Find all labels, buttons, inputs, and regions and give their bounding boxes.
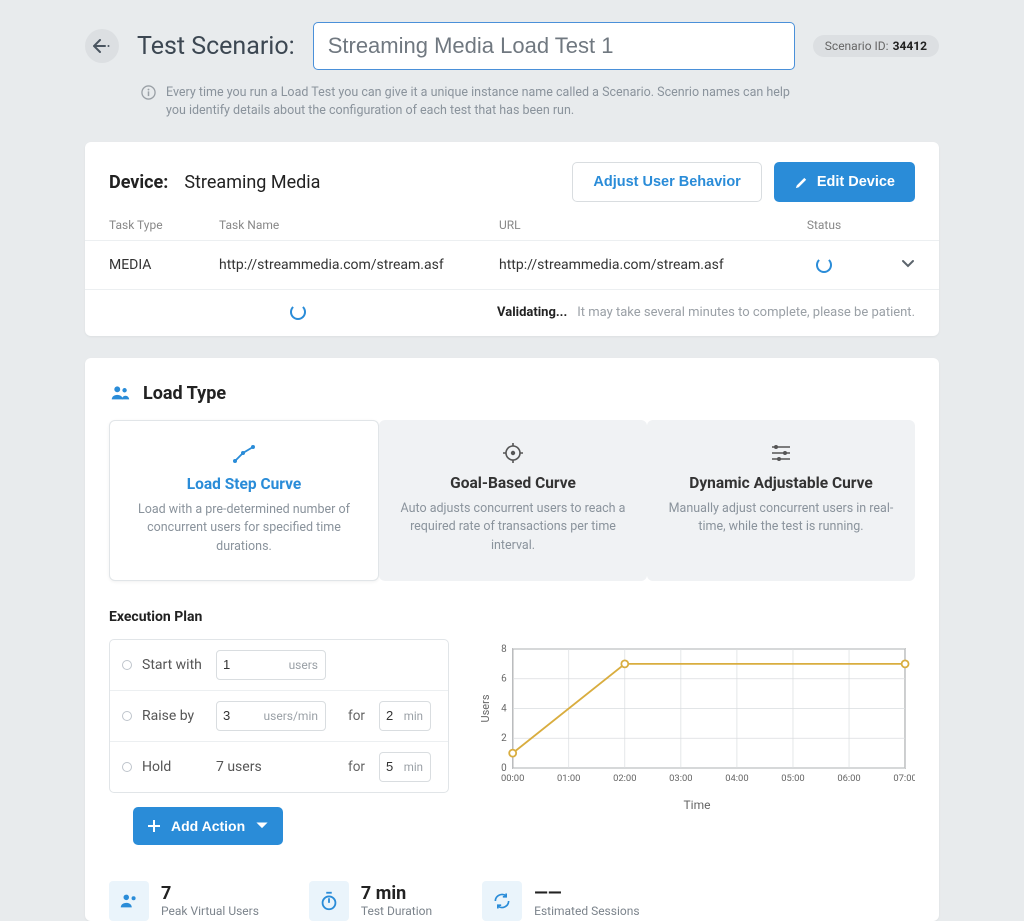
target-icon <box>502 442 524 464</box>
adjust-user-behavior-button[interactable]: Adjust User Behavior <box>572 162 761 202</box>
td-url: http://streammedia.com/stream.asf <box>499 257 779 273</box>
plus-icon <box>147 819 161 833</box>
add-action-label: Add Action <box>171 818 245 834</box>
summary-duration-value: 7 min <box>361 884 432 904</box>
svg-text:2: 2 <box>501 733 507 744</box>
svg-text:05:00: 05:00 <box>781 773 804 784</box>
back-button[interactable] <box>85 29 119 63</box>
step-dot-icon <box>122 711 132 721</box>
loadtype-option-desc: Auto adjusts concurrent users to reach a… <box>399 500 627 554</box>
svg-text:03:00: 03:00 <box>669 773 692 784</box>
summary-duration: 7 min Test Duration <box>309 881 432 921</box>
chevron-down-icon[interactable] <box>901 259 915 269</box>
caret-down-icon <box>255 819 269 833</box>
people-icon <box>118 890 140 912</box>
exec-hold-for-label: for <box>348 759 365 775</box>
th-task-name: Task Name <box>219 218 499 232</box>
exec-raise-unit: users/min <box>264 709 318 723</box>
chart-xlabel: Time <box>479 798 915 812</box>
device-label: Device: <box>109 172 168 193</box>
edit-device-label: Edit Device <box>817 174 895 190</box>
exec-raise-label: Raise by <box>142 708 206 724</box>
summary-sessions-label: Estimated Sessions <box>534 904 639 918</box>
summary-sessions: —— Estimated Sessions <box>482 881 639 921</box>
loadtype-title: Load Type <box>143 383 226 404</box>
validating-label: Validating... <box>497 305 567 320</box>
sliders-icon <box>770 444 792 462</box>
exec-start-label: Start with <box>142 657 206 673</box>
loadtype-option-title: Goal-Based Curve <box>399 474 627 492</box>
loadtype-option-goal[interactable]: Goal-Based Curve Auto adjusts concurrent… <box>379 420 647 580</box>
scenario-name-input[interactable] <box>313 22 795 70</box>
validating-hint: It may take several minutes to complete,… <box>577 305 915 320</box>
add-action-button[interactable]: Add Action <box>133 807 283 845</box>
summary-peak: 7 Peak Virtual Users <box>109 881 259 921</box>
arrow-left-icon <box>93 39 111 53</box>
info-icon <box>141 85 156 100</box>
summary-sessions-value: —— <box>534 884 639 904</box>
scenario-id-value: 34412 <box>893 39 927 53</box>
device-name: Streaming Media <box>184 172 320 193</box>
summary-duration-label: Test Duration <box>361 904 432 918</box>
step-curve-icon <box>232 444 256 464</box>
loadtype-card: Load Type Load Step Curve Load with a pr… <box>85 358 939 920</box>
scenario-id-badge: Scenario ID: 34412 <box>813 35 939 57</box>
exec-plan-title: Execution Plan <box>85 581 939 639</box>
spinner-icon <box>290 304 306 320</box>
loadtype-option-desc: Load with a pre-determined number of con… <box>130 501 358 555</box>
exec-hold-text: 7 users <box>216 759 326 775</box>
svg-text:06:00: 06:00 <box>837 773 860 784</box>
td-task-name: http://streammedia.com/stream.asf <box>219 257 499 273</box>
svg-text:Users: Users <box>479 694 492 722</box>
svg-text:07:00: 07:00 <box>893 773 915 784</box>
refresh-icon <box>492 891 512 911</box>
scenario-id-label: Scenario ID: <box>825 39 889 53</box>
step-dot-icon <box>122 762 132 772</box>
exec-hold-for-unit: min <box>404 760 423 774</box>
step-dot-icon <box>122 660 132 670</box>
loadtype-option-title: Dynamic Adjustable Curve <box>667 474 895 492</box>
loadtype-option-step[interactable]: Load Step Curve Load with a pre-determin… <box>109 420 379 580</box>
svg-text:8: 8 <box>501 644 507 655</box>
edit-device-button[interactable]: Edit Device <box>774 162 915 202</box>
loadtype-option-dynamic[interactable]: Dynamic Adjustable Curve Manually adjust… <box>647 420 915 580</box>
people-icon <box>109 382 131 404</box>
svg-text:4: 4 <box>501 703 507 714</box>
td-task-type: MEDIA <box>109 257 219 273</box>
th-task-type: Task Type <box>109 218 219 232</box>
task-row[interactable]: MEDIA http://streammedia.com/stream.asf … <box>85 241 939 290</box>
exec-raise-for-unit: min <box>404 709 423 723</box>
exec-chart: 0246800:0001:0002:0003:0004:0005:0006:00… <box>479 639 915 845</box>
svg-text:02:00: 02:00 <box>613 773 636 784</box>
th-url: URL <box>499 218 779 232</box>
exec-plan-table: Start with users Raise by users/min <box>109 639 449 793</box>
svg-text:04:00: 04:00 <box>725 773 748 784</box>
device-card: Device: Streaming Media Adjust User Beha… <box>85 142 939 336</box>
summary-peak-label: Peak Virtual Users <box>161 904 259 918</box>
loadtype-option-desc: Manually adjust concurrent users in real… <box>667 500 895 536</box>
page-title: Test Scenario: <box>137 32 295 61</box>
svg-text:00:00: 00:00 <box>501 773 524 784</box>
exec-start-unit: users <box>289 658 318 672</box>
exec-raise-for-label: for <box>348 708 365 724</box>
exec-hold-label: Hold <box>142 759 206 775</box>
spinner-icon <box>816 257 832 273</box>
stopwatch-icon <box>318 890 340 912</box>
header-hint: Every time you run a Load Test you can g… <box>166 84 805 120</box>
th-status: Status <box>779 218 869 232</box>
summary-peak-value: 7 <box>161 884 259 904</box>
svg-text:6: 6 <box>501 673 507 684</box>
svg-text:01:00: 01:00 <box>557 773 580 784</box>
loadtype-option-title: Load Step Curve <box>130 475 358 493</box>
pencil-icon <box>794 175 809 190</box>
